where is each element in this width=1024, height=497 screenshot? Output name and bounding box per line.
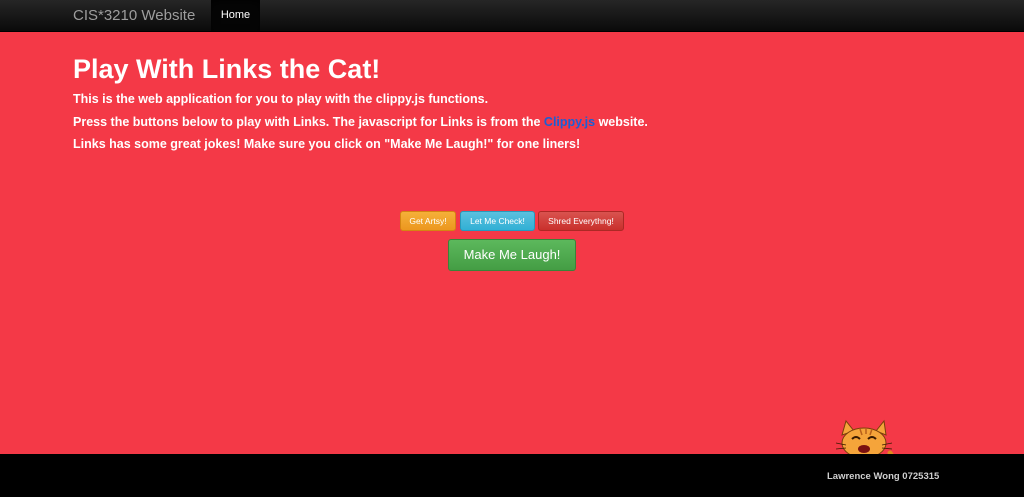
- instructions-line: Press the buttons below to play with Lin…: [73, 114, 648, 130]
- footer-author: Lawrence Wong 0725315: [827, 471, 940, 482]
- shred-everything-button[interactable]: Shred Everythng!: [538, 211, 624, 231]
- instructions-text: Press the buttons below to play with Lin…: [73, 115, 544, 129]
- nav-home-link[interactable]: Home: [211, 0, 260, 31]
- page-title: Play With Links the Cat!: [73, 54, 381, 84]
- instructions-text-end: website.: [595, 115, 648, 129]
- get-artsy-button[interactable]: Get Artsy!: [400, 211, 456, 231]
- let-me-check-button[interactable]: Let Me Check!: [460, 211, 535, 231]
- intro-line: This is the web application for you to p…: [73, 92, 489, 106]
- make-me-laugh-button[interactable]: Make Me Laugh!: [448, 239, 576, 271]
- footer: Lawrence Wong 0725315: [0, 454, 1024, 497]
- clippy-link[interactable]: Clippy.js: [544, 115, 595, 129]
- main-content: Play With Links the Cat! This is the web…: [0, 32, 1024, 489]
- navbar: CIS*3210 Website Home: [0, 0, 1024, 32]
- brand-link[interactable]: CIS*3210 Website: [73, 7, 195, 25]
- jokes-line: Links has some great jokes! Make sure yo…: [73, 137, 581, 151]
